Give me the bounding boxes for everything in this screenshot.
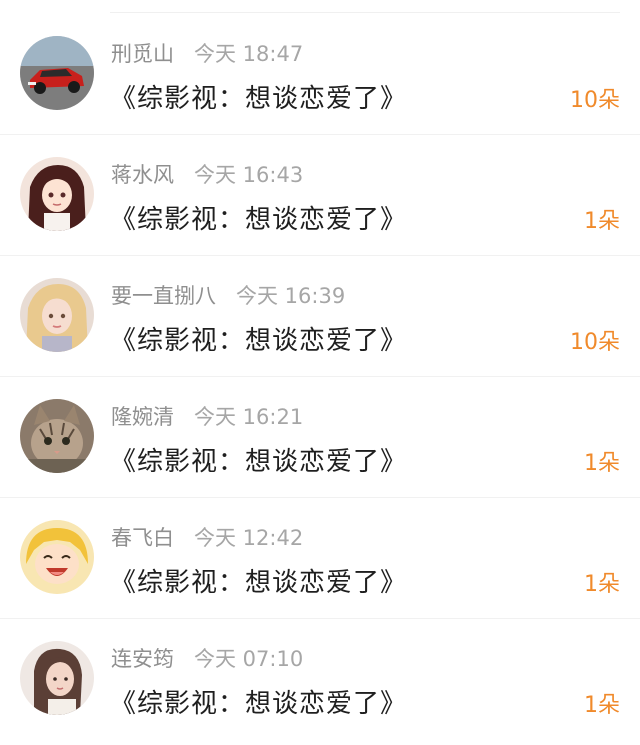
username[interactable]: 蒋水风 [111, 163, 174, 187]
username[interactable]: 隆婉清 [111, 405, 174, 429]
item-meta: 春飞白 今天 12:42 [111, 522, 303, 552]
timestamp: 今天 12:42 [194, 526, 304, 550]
list-item[interactable]: 隆婉清 今天 16:21 《综影视：想谈恋爱了》 1朵 [0, 377, 640, 498]
item-meta: 刑觅山 今天 18:47 [111, 38, 303, 68]
username[interactable]: 连安筠 [111, 647, 174, 671]
red-car-avatar[interactable] [20, 36, 94, 110]
list-item[interactable]: 春飞白 今天 12:42 《综影视：想谈恋爱了》 1朵 [0, 498, 640, 619]
anime-girl-avatar[interactable] [20, 157, 94, 231]
timestamp: 今天 18:47 [194, 42, 304, 66]
book-title[interactable]: 《综影视：想谈恋爱了》 [110, 320, 407, 357]
flower-count: 1朵 [584, 572, 620, 597]
book-title[interactable]: 《综影视：想谈恋爱了》 [110, 441, 407, 478]
item-meta: 连安筠 今天 07:10 [111, 643, 303, 673]
book-title[interactable]: 《综影视：想谈恋爱了》 [110, 78, 407, 115]
list-item[interactable]: 要一直捌八 今天 16:39 《综影视：想谈恋爱了》 10朵 [0, 256, 640, 377]
book-title[interactable]: 《综影视：想谈恋爱了》 [110, 562, 407, 599]
list-item[interactable]: 蒋水风 今天 16:43 《综影视：想谈恋爱了》 1朵 [0, 135, 640, 256]
list-item[interactable]: 连安筠 今天 07:10 《综影视：想谈恋爱了》 1朵 [0, 619, 640, 740]
flower-count: 1朵 [584, 209, 620, 234]
portrait-woman-avatar[interactable] [20, 641, 94, 715]
blonde-girl-avatar[interactable] [20, 278, 94, 352]
item-meta: 蒋水风 今天 16:43 [111, 159, 303, 189]
laughing-cartoon-avatar[interactable] [20, 520, 94, 594]
flower-count: 10朵 [570, 88, 620, 113]
gift-list: 刑觅山 今天 18:47 《综影视：想谈恋爱了》 10朵 蒋水风 今天 16:43 … [0, 14, 640, 740]
book-title[interactable]: 《综影视：想谈恋爱了》 [110, 199, 407, 236]
timestamp: 今天 16:21 [194, 405, 304, 429]
item-meta: 隆婉清 今天 16:21 [111, 401, 303, 431]
book-title[interactable]: 《综影视：想谈恋爱了》 [110, 683, 407, 720]
timestamp: 今天 16:43 [194, 163, 304, 187]
timestamp: 今天 07:10 [194, 647, 304, 671]
username[interactable]: 春飞白 [111, 526, 174, 550]
flower-count: 1朵 [584, 693, 620, 718]
timestamp: 今天 16:39 [236, 284, 346, 308]
list-item[interactable]: 刑觅山 今天 18:47 《综影视：想谈恋爱了》 10朵 [0, 14, 640, 135]
username[interactable]: 刑觅山 [111, 42, 174, 66]
flower-count: 1朵 [584, 451, 620, 476]
flower-count: 10朵 [570, 330, 620, 355]
username[interactable]: 要一直捌八 [111, 284, 216, 308]
item-meta: 要一直捌八 今天 16:39 [111, 280, 345, 310]
cat-avatar[interactable] [20, 399, 94, 473]
top-divider [110, 12, 620, 13]
